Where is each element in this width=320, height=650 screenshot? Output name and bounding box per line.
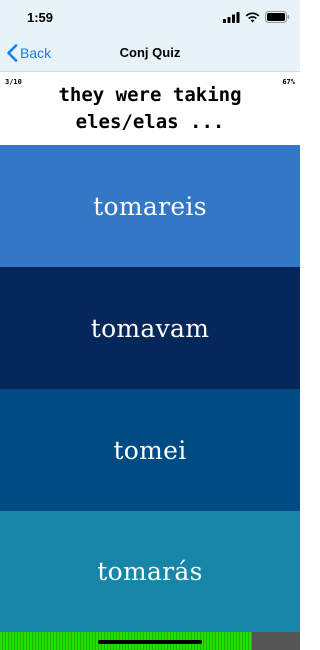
navigation-bar: Back Conj Quiz <box>0 34 300 72</box>
status-icons <box>223 11 290 23</box>
answer-option-1[interactable]: tomareis <box>0 145 300 267</box>
answer-option-2[interactable]: tomavam <box>0 267 300 389</box>
battery-icon <box>265 11 290 23</box>
home-indicator <box>98 640 202 644</box>
back-label: Back <box>20 45 52 61</box>
chevron-left-icon <box>7 44 18 62</box>
question-header: 3/10 67% they were taking eles/elas ... <box>0 72 300 145</box>
status-bar: 1:59 <box>0 0 300 34</box>
answer-option-label: tomarás <box>97 557 203 586</box>
answer-option-3[interactable]: tomei <box>0 389 300 511</box>
answer-option-label: tomareis <box>93 191 207 221</box>
question-text: they were taking eles/elas ... <box>0 82 300 136</box>
answer-option-4[interactable]: tomarás <box>0 511 300 632</box>
answer-option-label: tomavam <box>90 313 210 343</box>
back-button[interactable]: Back <box>6 42 51 64</box>
question-line-1: they were taking <box>58 84 242 106</box>
signal-icon <box>223 11 240 23</box>
wifi-icon <box>245 11 260 22</box>
status-time: 1:59 <box>27 10 54 25</box>
question-line-2: eles/elas ... <box>75 111 225 133</box>
answer-option-label: tomei <box>113 435 187 465</box>
